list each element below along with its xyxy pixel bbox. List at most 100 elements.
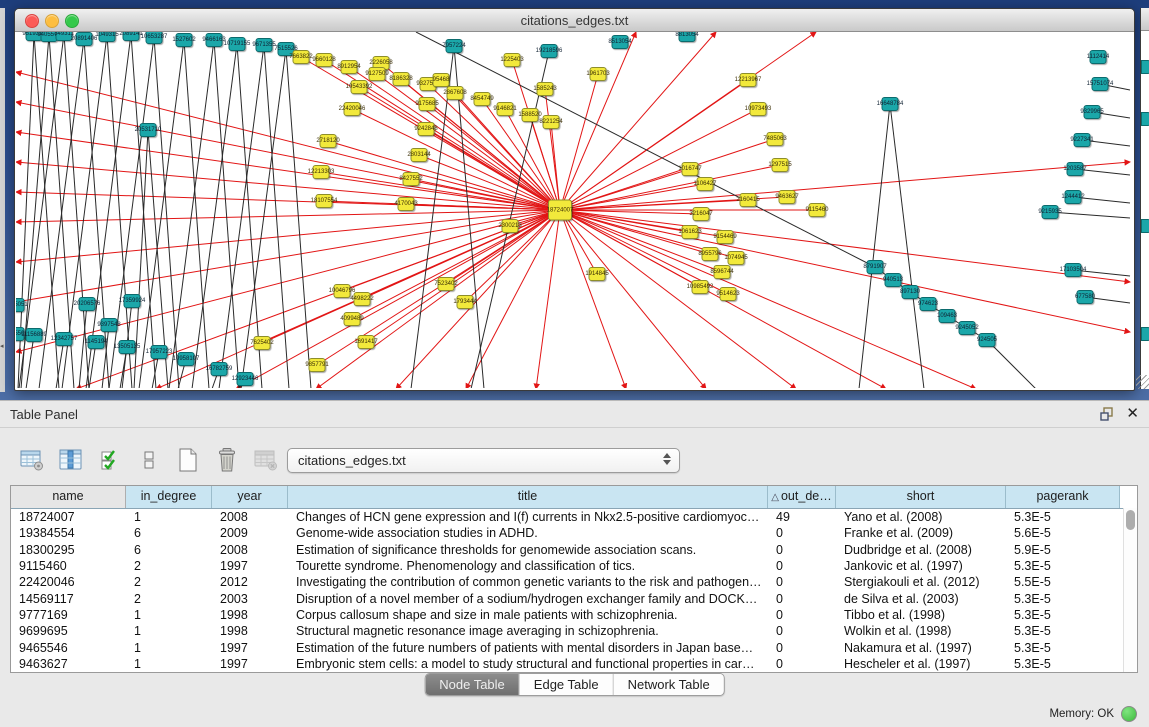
graph-node[interactable]: 1106427 xyxy=(697,177,714,191)
graph-node[interactable]: 16648784 xyxy=(882,97,899,111)
citation-edge[interactable] xyxy=(987,340,1036,388)
graph-node[interactable]: 2718120 xyxy=(320,134,337,148)
citation-edge[interactable] xyxy=(26,335,34,388)
graph-node[interactable]: 9397548 xyxy=(101,318,118,332)
table-row[interactable]: 911546021997Tourette syndrome. Phenomeno… xyxy=(11,558,1137,574)
node-table[interactable]: namein_degreeyeartitle△out_de…shortpager… xyxy=(10,485,1138,673)
table-row[interactable]: 969969511998Structural magnetic resonanc… xyxy=(11,623,1137,639)
graph-node[interactable]: 9671355 xyxy=(256,38,273,52)
tab-edge-table[interactable]: Edge Table xyxy=(520,674,614,695)
citation-edge[interactable] xyxy=(321,172,560,210)
collapse-panel-arrow-icon[interactable]: ◂ xyxy=(0,342,4,350)
graph-node[interactable]: 9660128 xyxy=(316,53,333,67)
citation-edge[interactable] xyxy=(419,155,560,210)
graph-node[interactable]: 11156889 xyxy=(26,328,43,342)
table-selector-dropdown[interactable]: citations_edges.txt xyxy=(287,448,680,473)
graph-node[interactable]: 9154469 xyxy=(717,230,734,244)
column-header-out_de[interactable]: △out_de… xyxy=(768,486,836,508)
table-row[interactable]: 946554611997Estimation of the future num… xyxy=(11,639,1137,655)
graph-node[interactable]: 95468 xyxy=(433,73,450,87)
graph-node[interactable]: 9514623 xyxy=(720,287,737,301)
select-rows-icon[interactable] xyxy=(96,446,124,474)
graph-node[interactable]: 17957223 xyxy=(151,345,168,359)
graph-node[interactable]: 8186328 xyxy=(393,72,410,86)
new-table-icon[interactable] xyxy=(174,446,202,474)
graph-node[interactable]: 10046796 xyxy=(334,284,351,298)
graph-node[interactable]: 4498222 xyxy=(354,292,371,306)
table-row[interactable]: 946362711997Embryonic stem cells: a mode… xyxy=(11,656,1137,672)
graph-node[interactable]: 12213967 xyxy=(740,73,757,87)
citation-edge[interactable] xyxy=(16,192,560,210)
table-options-icon[interactable] xyxy=(18,446,46,474)
graph-node[interactable]: 4099489 xyxy=(344,312,361,326)
graph-node[interactable]: 8912954 xyxy=(341,60,358,74)
graph-node[interactable]: 8596744 xyxy=(714,265,731,279)
graph-node[interactable]: 15751074 xyxy=(1092,77,1109,91)
graph-node[interactable]: 897130 xyxy=(902,285,919,299)
citation-edge[interactable] xyxy=(286,49,311,388)
graph-node[interactable]: 12923446 xyxy=(237,372,254,386)
citation-edge[interactable] xyxy=(109,37,154,388)
graph-node[interactable]: 9466163 xyxy=(206,33,223,47)
show-column-icon[interactable] xyxy=(57,446,85,474)
table-row[interactable]: 1938455462009Genome-wide association stu… xyxy=(11,525,1137,541)
graph-node[interactable]: 9146821 xyxy=(497,102,514,116)
graph-node[interactable]: 9227341 xyxy=(1074,133,1091,147)
column-header-name[interactable]: name xyxy=(11,486,126,508)
float-panel-icon[interactable] xyxy=(1100,407,1114,421)
graph-node[interactable]: 9245052 xyxy=(959,321,976,335)
graph-node[interactable]: 1145194 xyxy=(88,335,105,349)
graph-node[interactable]: 10719155 xyxy=(229,37,246,51)
graph-node[interactable]: 9215935 xyxy=(1042,205,1059,219)
close-panel-icon[interactable]: ✕ xyxy=(1126,406,1139,421)
graph-node[interactable]: 1961703 xyxy=(590,67,607,81)
table-row[interactable]: 1456911722003Disruption of a novel membe… xyxy=(11,590,1137,606)
table-row[interactable]: 2242004622012Investigating the contribut… xyxy=(11,574,1137,590)
citation-edge[interactable] xyxy=(192,44,237,388)
graph-node[interactable]: 10653287 xyxy=(146,32,163,44)
citation-edge[interactable] xyxy=(184,40,209,388)
graph-node[interactable]: 7625402 xyxy=(254,336,271,350)
citation-edge[interactable] xyxy=(16,210,560,222)
graph-node[interactable]: 109463 xyxy=(939,309,956,323)
graph-node[interactable]: 2867608 xyxy=(447,86,464,100)
graph-node[interactable]: 1074945 xyxy=(728,251,745,265)
graph-node[interactable]: 13505135 xyxy=(119,340,136,354)
graph-node[interactable]: 8427552 xyxy=(403,172,420,186)
delete-table-icon[interactable] xyxy=(213,446,241,474)
graph-node[interactable]: 9463627 xyxy=(779,190,796,204)
graph-node[interactable]: 16782759 xyxy=(211,362,228,376)
graph-node[interactable]: 1914845 xyxy=(589,267,606,281)
graph-node[interactable]: 1225403 xyxy=(504,53,521,67)
table-row[interactable]: 1872400712008Changes of HCN gene express… xyxy=(11,509,1137,525)
graph-node[interactable]: 1588520 xyxy=(522,108,539,122)
citation-edge[interactable] xyxy=(377,74,560,210)
citation-edge[interactable] xyxy=(16,102,560,210)
citation-edge[interactable] xyxy=(139,40,184,388)
graph-node[interactable]: 20891406 xyxy=(76,32,93,46)
network-window[interactable]: citations_edges.txt 95193589405572849311… xyxy=(14,8,1135,391)
citation-edge[interactable] xyxy=(560,109,758,210)
graph-node[interactable]: 12213303 xyxy=(313,165,330,179)
citation-edge[interactable] xyxy=(536,210,560,388)
graph-node[interactable]: 9175685 xyxy=(419,97,436,111)
graph-node[interactable]: 22420046 xyxy=(344,102,361,116)
graph-node[interactable]: 1793444 xyxy=(457,295,474,309)
row-panel-icon[interactable] xyxy=(135,446,163,474)
graph-node[interactable]: 10973493 xyxy=(750,102,767,116)
graph-node[interactable]: 10543392 xyxy=(351,80,368,94)
graph-node[interactable]: 924505 xyxy=(979,333,996,347)
graph-node[interactable]: 1244412 xyxy=(1065,190,1082,204)
citation-edge[interactable] xyxy=(466,210,560,388)
graph-node[interactable]: 1527602 xyxy=(176,33,193,47)
scrollbar-thumb[interactable] xyxy=(1126,510,1135,530)
graph-node[interactable]: 9242848 xyxy=(418,122,435,136)
citation-edge[interactable] xyxy=(214,40,239,388)
citation-edge[interactable] xyxy=(426,129,560,210)
table-row[interactable]: 977716911998Corpus callosum shape and si… xyxy=(11,607,1137,623)
column-header-short[interactable]: short xyxy=(836,486,1006,508)
graph-node[interactable]: 9127509 xyxy=(369,67,386,81)
hub-node[interactable]: 18724007 xyxy=(548,200,572,221)
graph-node[interactable]: 1691417 xyxy=(358,335,375,349)
citation-edge[interactable] xyxy=(366,210,560,342)
